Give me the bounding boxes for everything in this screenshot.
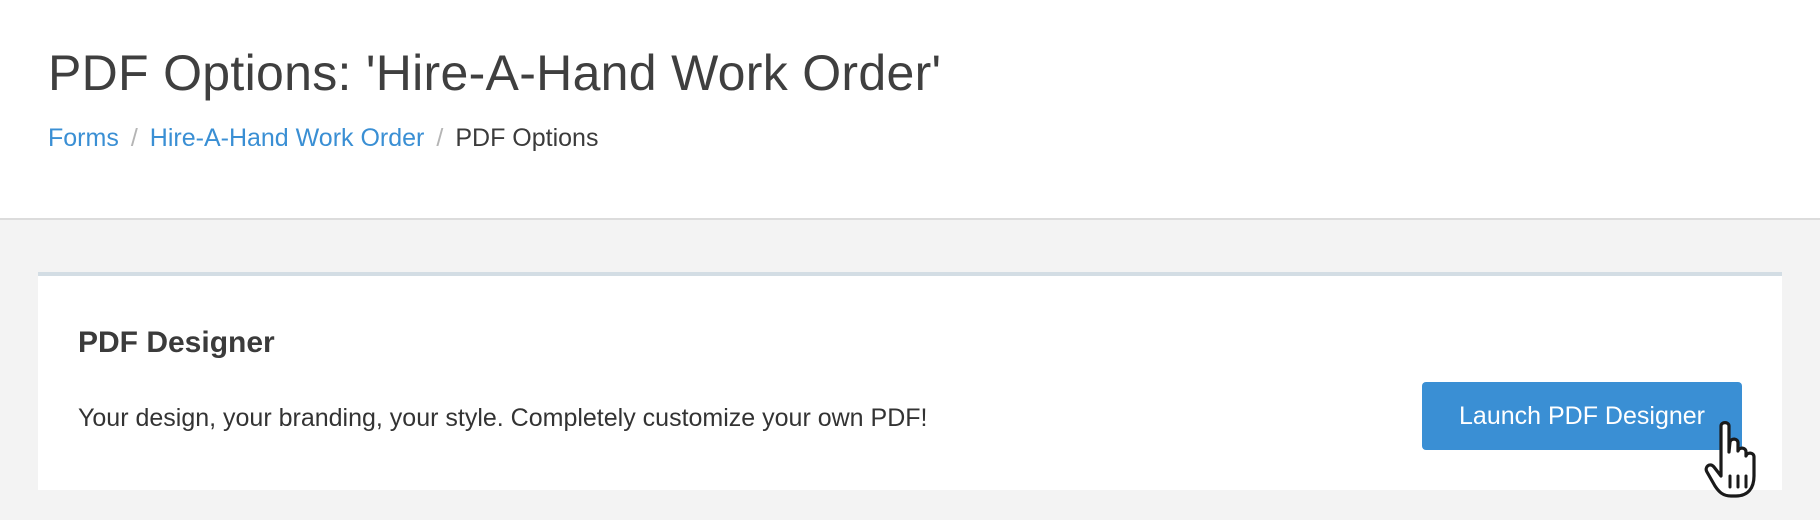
breadcrumb-link-form[interactable]: Hire-A-Hand Work Order: [150, 124, 425, 153]
panel-description: Your design, your branding, your style. …: [78, 404, 928, 432]
breadcrumb-separator: /: [130, 124, 138, 152]
breadcrumb-current: PDF Options: [455, 124, 599, 152]
launch-pdf-designer-button[interactable]: Launch PDF Designer: [1422, 382, 1742, 450]
breadcrumb-link-forms[interactable]: Forms: [48, 124, 119, 153]
page-header: PDF Options: 'Hire-A-Hand Work Order' Fo…: [0, 0, 1820, 220]
breadcrumb-separator: /: [436, 124, 444, 152]
panel-title: PDF Designer: [78, 326, 275, 359]
pdf-designer-panel: PDF Designer Your design, your branding,…: [38, 272, 1782, 490]
page-title: PDF Options: 'Hire-A-Hand Work Order': [48, 45, 942, 101]
breadcrumb: Forms / Hire-A-Hand Work Order / PDF Opt…: [48, 124, 598, 153]
